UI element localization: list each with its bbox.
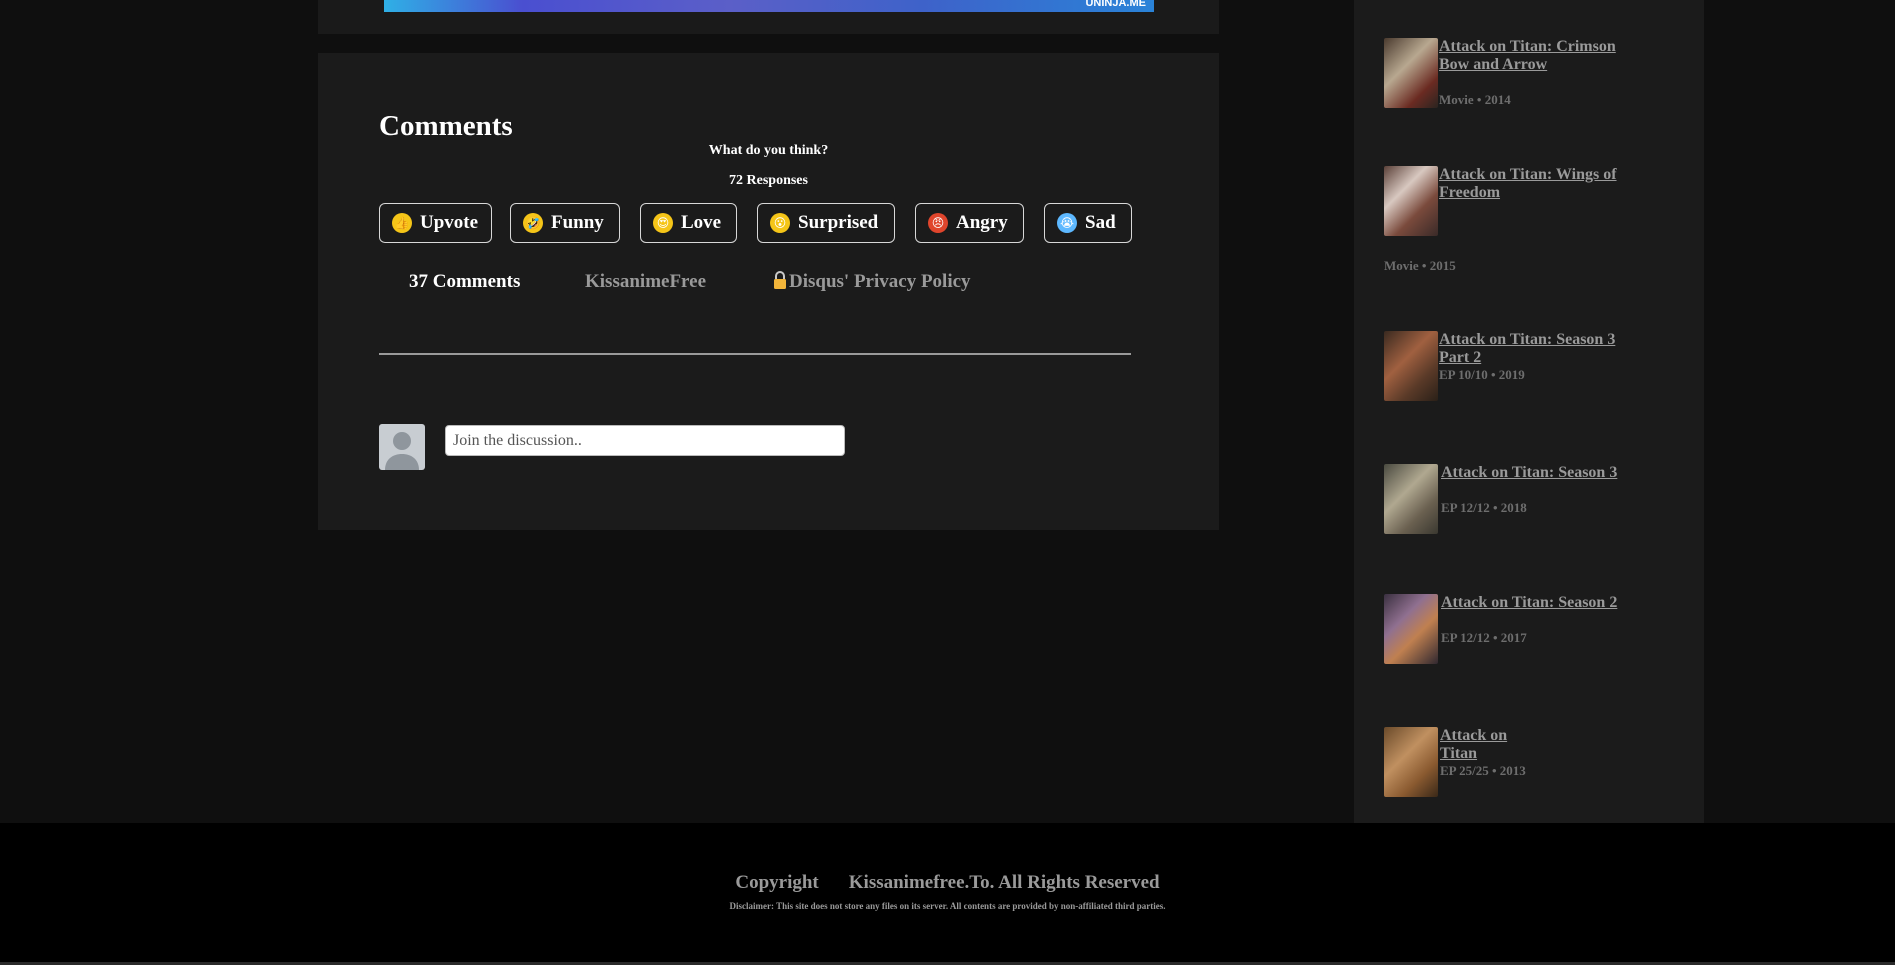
comments-title: Comments xyxy=(379,110,513,142)
copyright-line: Copyright Kissanimefree.To. All Rights Re… xyxy=(0,872,1895,894)
reaction-love-button[interactable]: 😍 Love xyxy=(640,203,737,243)
privacy-policy-link[interactable]: Disqus' Privacy Policy xyxy=(773,271,971,293)
reaction-label: Funny xyxy=(551,212,604,233)
reaction-sad-button[interactable]: 😭 Sad xyxy=(1044,203,1132,243)
promo-banner[interactable]: UNINJA.ME xyxy=(384,0,1154,12)
related-sidebar: Attack on Titan: Crimson Bow and Arrow M… xyxy=(1354,0,1704,823)
thumbnail-image[interactable] xyxy=(1384,464,1438,534)
heart-eyes-face-icon: 😍 xyxy=(653,213,673,233)
reaction-label: Sad xyxy=(1085,212,1116,233)
laughing-face-icon: 🤣 xyxy=(523,213,543,233)
divider xyxy=(379,353,1131,355)
responses-count: 72 Responses xyxy=(729,173,808,188)
avatar xyxy=(379,424,425,470)
item-title-link[interactable]: Attack on Titan: Season 2 xyxy=(1441,594,1631,612)
tab-comments-count[interactable]: 37 Comments xyxy=(409,271,520,293)
surprised-face-icon: 😮 xyxy=(770,213,790,233)
user-silhouette-icon xyxy=(385,432,419,470)
thumbs-up-icon: 👍 xyxy=(392,213,412,233)
reaction-question: What do you think? xyxy=(708,143,829,158)
banner-text: UNINJA.ME xyxy=(1085,0,1146,9)
item-title-link[interactable]: Attack on Titan: Crimson Bow and Arrow xyxy=(1439,38,1639,74)
item-meta: Movie • 2014 xyxy=(1439,92,1511,107)
reaction-angry-button[interactable]: 😠 Angry xyxy=(915,203,1024,243)
item-title-text: Attack on Titan: Wings of Freedom xyxy=(1439,166,1617,201)
item-title-link[interactable]: Attack on Titan: Season 3 xyxy=(1441,464,1631,482)
item-meta: EP 12/12 • 2018 xyxy=(1441,500,1527,515)
join-discussion-input[interactable] xyxy=(445,425,845,456)
tab-community[interactable]: KissanimeFree xyxy=(585,271,706,293)
thumbnail-image[interactable] xyxy=(1384,38,1438,108)
item-meta: Movie • 2015 xyxy=(1384,258,1456,273)
crying-face-icon: 😭 xyxy=(1057,213,1077,233)
reaction-label: Angry xyxy=(956,212,1008,233)
thumbnail-image[interactable] xyxy=(1384,331,1438,401)
reaction-funny-button[interactable]: 🤣 Funny xyxy=(510,203,620,243)
reaction-label: Surprised xyxy=(798,212,879,233)
disclaimer-text: Disclaimer: This site does not store any… xyxy=(729,901,1166,911)
thumbnail-image[interactable] xyxy=(1384,594,1438,664)
item-title-link[interactable]: Attack on Titan: Season 3 Part 2 xyxy=(1439,331,1639,367)
reaction-label: Love xyxy=(681,212,722,233)
item-meta: EP 10/10 • 2019 xyxy=(1439,367,1525,382)
thumbnail-image[interactable] xyxy=(1384,727,1438,797)
item-meta: EP 25/25 • 2013 xyxy=(1440,763,1526,778)
comments-nav: 37 Comments KissanimeFree Disqus' Privac… xyxy=(379,271,1131,301)
item-title-link[interactable]: Attack on Titan: Wings of Freedom xyxy=(1439,166,1649,202)
lock-icon xyxy=(774,271,786,289)
reaction-label: Upvote xyxy=(420,212,479,233)
copyright-label: Copyright xyxy=(735,872,819,893)
top-content-panel: UNINJA.ME xyxy=(318,0,1219,34)
privacy-policy-label: Disqus' Privacy Policy xyxy=(789,271,971,292)
item-title-link[interactable]: Attack on Titan xyxy=(1440,727,1530,763)
reaction-surprised-button[interactable]: 😮 Surprised xyxy=(757,203,895,243)
thumbnail-image[interactable] xyxy=(1384,166,1438,236)
item-meta: EP 12/12 • 2017 xyxy=(1441,630,1527,645)
site-footer: Copyright Kissanimefree.To. All Rights Re… xyxy=(0,823,1895,965)
rights-text: Kissanimefree.To. All Rights Reserved xyxy=(848,872,1160,893)
angry-face-icon: 😠 xyxy=(928,213,948,233)
comments-section: Comments What do you think? 72 Responses… xyxy=(318,53,1219,530)
reaction-upvote-button[interactable]: 👍 Upvote xyxy=(379,203,492,243)
